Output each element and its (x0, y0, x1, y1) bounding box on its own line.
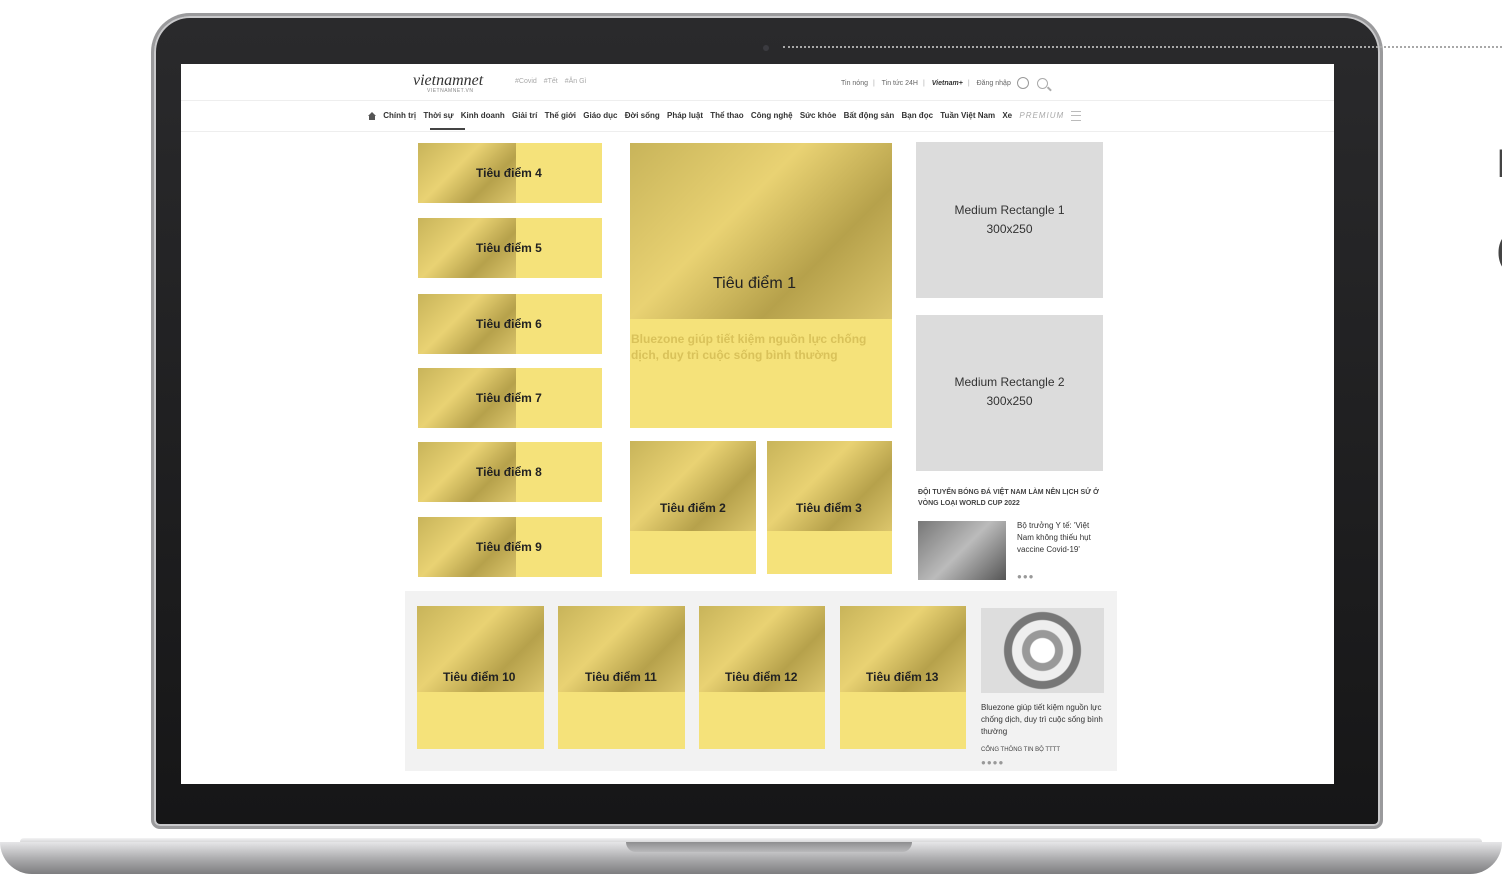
cropped-glyph-2: ( (1496, 228, 1502, 273)
story-card-3[interactable]: Tiêu điểm 3 (767, 441, 892, 574)
featured-story-title[interactable]: Bluezone giúp tiết kiệm nguồn lực chống … (631, 331, 889, 363)
bottom-story-source: CỔNG THÔNG TIN BỘ TTTT (981, 747, 1061, 753)
search-icon[interactable] (1036, 77, 1048, 89)
story-card-8[interactable]: Tiêu điểm 8 (418, 442, 602, 502)
login-link[interactable]: Đăng nhập (977, 80, 1011, 87)
nav-item-xe[interactable]: Xe (1002, 111, 1012, 120)
story-card-9[interactable]: Tiêu điểm 9 (418, 517, 602, 577)
story-label-2: Tiêu điểm 2 (660, 501, 726, 515)
story-card-12[interactable]: Tiêu điểm 12 (699, 606, 825, 749)
story-label-13: Tiêu điểm 13 (866, 670, 939, 684)
story-label-6: Tiêu điểm 6 (476, 317, 542, 331)
top-bar: vietnamnet VIETNAMNET.VN #Covid #Tết #Ăn… (181, 64, 1334, 101)
nav-item-kinh-doanh[interactable]: Kinh doanh (461, 111, 505, 120)
camera-dot (763, 45, 769, 51)
ad-medium-rectangle-2[interactable]: Medium Rectangle 2 300x250 (916, 315, 1103, 471)
link-tin-tuc-24h[interactable]: Tin tức 24H (882, 80, 918, 87)
story-label-4: Tiêu điểm 4 (476, 166, 542, 180)
nav-item-doi-song[interactable]: Đời sống (625, 111, 660, 120)
nav-item-bat-dong-san[interactable]: Bất động sản (844, 111, 895, 120)
dotted-leader-line (783, 46, 1502, 48)
sidebar-carousel-dots[interactable]: ●●● (1017, 572, 1035, 581)
nav-item-suc-khoe[interactable]: Sức khỏe (800, 111, 836, 120)
sidebar-section-title[interactable]: ĐỘI TUYỂN BÓNG ĐÁ VIỆT NAM LÀM NÊN LỊCH … (918, 487, 1108, 509)
story-card-13[interactable]: Tiêu điểm 13 (840, 606, 966, 749)
link-tin-nong[interactable]: Tin nóng (841, 80, 868, 87)
sidebar-story-image[interactable] (918, 521, 1006, 580)
cropped-glyph-1: I (1496, 142, 1502, 186)
hashtag-covid[interactable]: #Covid (515, 78, 537, 85)
featured-story-label: Tiêu điểm 1 (713, 275, 796, 292)
nav-item-giao-duc[interactable]: Giáo dục (583, 111, 617, 120)
hamburger-menu-icon[interactable] (1071, 111, 1082, 121)
nav-item-the-gioi[interactable]: Thế giới (545, 111, 576, 120)
story-label-12: Tiêu điểm 12 (725, 670, 798, 684)
story-label-3: Tiêu điểm 3 (796, 501, 862, 515)
nav-item-the-thao[interactable]: Thể thao (710, 111, 743, 120)
featured-story-card[interactable]: Tiêu điểm 1 Bluezone giúp tiết kiệm nguồ… (630, 143, 892, 428)
bottom-carousel-dots[interactable]: ●●●● (981, 758, 1004, 767)
story-label-11: Tiêu điểm 11 (585, 670, 657, 684)
nav-item-premium[interactable]: PREMIUM (1019, 111, 1064, 120)
hashtag-tet[interactable]: #Tết (544, 78, 558, 85)
nav-item-cong-nghe[interactable]: Công nghệ (751, 111, 793, 120)
ad-2-name: Medium Rectangle 2 (954, 375, 1065, 389)
link-vietnam-plus[interactable]: Vietnam+ (932, 80, 963, 87)
story-card-5[interactable]: Tiêu điểm 5 (418, 218, 602, 278)
user-icon[interactable] (1016, 77, 1029, 89)
story-card-4[interactable]: Tiêu điểm 4 (418, 143, 602, 203)
nav-item-tuan-viet-nam[interactable]: Tuần Việt Nam (940, 111, 995, 120)
story-label-9: Tiêu điểm 9 (476, 540, 542, 554)
nav-item-thoi-su[interactable]: Thời sự (423, 111, 453, 120)
story-label-8: Tiêu điểm 8 (476, 465, 542, 479)
top-right-links: Tin nóng | Tin tức 24H | Vietnam+ | Đăng nh… (841, 77, 1048, 89)
nav-item-chinh-tri[interactable]: Chính trị (383, 111, 416, 120)
story-card-10[interactable]: Tiêu điểm 10 (417, 606, 544, 749)
home-icon[interactable] (368, 112, 376, 121)
hashtag-list: #Covid #Tết #Ăn Gì (515, 78, 592, 85)
laptop-notch (626, 842, 912, 852)
story-card-2[interactable]: Tiêu điểm 2 (630, 441, 756, 574)
ad-1-name: Medium Rectangle 1 (954, 203, 1065, 217)
ad-1-size: 300x250 (986, 222, 1033, 236)
story-label-5: Tiêu điểm 5 (476, 241, 542, 255)
story-label-7: Tiêu điểm 7 (476, 391, 542, 405)
story-label-10: Tiêu điểm 10 (443, 670, 516, 684)
sidebar-story-text[interactable]: Bộ trưởng Y tế: 'Việt Nam không thiếu hụ… (1017, 520, 1101, 556)
site-logo-sub: VIETNAMNET.VN (427, 88, 474, 94)
bottom-story-image[interactable] (981, 608, 1104, 693)
bottom-story-text[interactable]: Bluezone giúp tiết kiệm nguồn lực chống … (981, 702, 1105, 738)
active-tab-indicator (430, 128, 465, 130)
story-card-6[interactable]: Tiêu điểm 6 (418, 294, 602, 354)
story-card-7[interactable]: Tiêu điểm 7 (418, 368, 602, 428)
nav-item-giai-tri[interactable]: Giải trí (512, 111, 537, 120)
hashtag-an-gi[interactable]: #Ăn Gì (565, 78, 587, 85)
nav-item-ban-doc[interactable]: Bạn đọc (901, 111, 933, 120)
main-nav: Chính trị Thời sự Kinh doanh Giải trí Th… (181, 101, 1334, 132)
story-card-11[interactable]: Tiêu điểm 11 (558, 606, 685, 749)
nav-item-phap-luat[interactable]: Pháp luật (667, 111, 703, 120)
ad-2-size: 300x250 (986, 394, 1033, 408)
browser-screen: vietnamnet VIETNAMNET.VN #Covid #Tết #Ăn… (181, 64, 1334, 784)
ad-medium-rectangle-1[interactable]: Medium Rectangle 1 300x250 (916, 142, 1103, 298)
